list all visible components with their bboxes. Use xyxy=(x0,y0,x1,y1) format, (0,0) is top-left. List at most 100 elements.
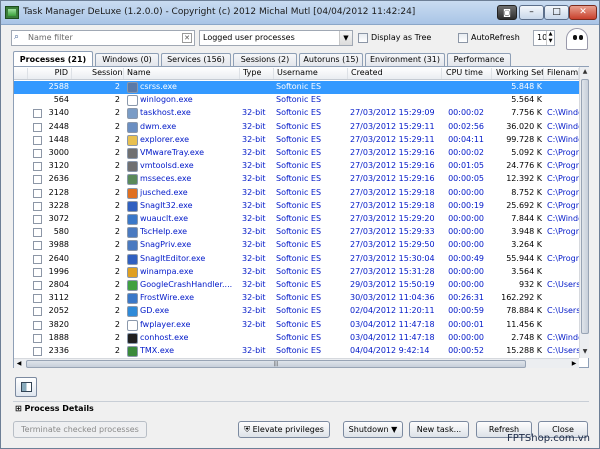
column-header-working-set[interactable]: Working Set xyxy=(492,68,544,79)
cell-cpu: 00:00:19 xyxy=(448,200,484,210)
scroll-up-icon[interactable]: ▲ xyxy=(580,67,590,77)
table-row[interactable]: 3000 2 VMwareTray.exe 32-bit Softonic ES 27/0… xyxy=(14,147,579,160)
cell-name: VMwareTray.exe xyxy=(140,148,205,157)
cell-cpu: 00:00:00 xyxy=(448,214,484,223)
new-task-button[interactable]: New task... xyxy=(409,421,469,438)
cell-type: 32-bit xyxy=(242,293,266,303)
table-row[interactable]: 1448 2 explorer.exe 32-bit Softonic ES 27/03/… xyxy=(14,134,579,147)
table-row[interactable]: 2128 2 jusched.exe 32-bit Softonic ES 27/03/2… xyxy=(14,187,579,200)
header-select-col[interactable] xyxy=(14,68,28,79)
column-header-username[interactable]: Username xyxy=(274,68,348,79)
table-row[interactable]: 2804 2 GoogleCrashHandler.... 32-bit Softoni… xyxy=(14,279,579,292)
shutdown-dropdown-icon[interactable]: ▼ xyxy=(391,425,397,434)
column-header-created[interactable]: Created xyxy=(348,68,442,79)
cell-cpu: 00:00:00 xyxy=(448,187,484,197)
process-icon xyxy=(127,121,138,133)
ghost-eye-right xyxy=(579,35,583,40)
name-filter-input[interactable]: ⌕ Name filter ✕ xyxy=(11,30,195,46)
vertical-scrollbar[interactable]: ▲ ▼ xyxy=(579,67,589,358)
table-row[interactable]: 3140 2 taskhost.exe 32-bit Softonic ES 27/03/… xyxy=(14,107,579,120)
title-bar[interactable]: Task Manager DeLuxe (1.2.0.0) - Copyrigh… xyxy=(1,1,599,25)
cell-user: Softonic ES xyxy=(276,95,322,105)
terminate-checked-button[interactable]: Terminate checked processes xyxy=(13,421,147,438)
table-row[interactable]: 3072 2 wuauclt.exe 32-bit Softonic ES 27/03/2… xyxy=(14,213,579,226)
shutdown-button[interactable]: Shutdown ▼ xyxy=(343,421,403,438)
process-icon xyxy=(127,332,138,344)
column-header-type[interactable]: Type xyxy=(240,68,274,79)
ghost-icon[interactable] xyxy=(566,28,588,50)
vertical-scroll-thumb[interactable] xyxy=(581,79,589,334)
spin-up-icon[interactable]: ▲ xyxy=(549,31,553,37)
process-details-expander[interactable]: ⊞ Process Details xyxy=(15,404,94,413)
close-window-button[interactable]: ✕ xyxy=(569,5,597,20)
tab-processes[interactable]: Processes (21) xyxy=(13,51,93,67)
scroll-right-icon[interactable]: ▶ xyxy=(569,359,579,369)
chevron-down-icon[interactable]: ▼ xyxy=(339,31,352,45)
scroll-down-icon[interactable]: ▼ xyxy=(580,347,590,357)
shutdown-label: Shutdown xyxy=(348,425,389,434)
maximize-button[interactable]: □ xyxy=(544,5,569,20)
camera-button[interactable]: ◙ xyxy=(497,5,517,20)
table-row[interactable]: 2588 2 csrss.exe Softonic ES 5.848 K xyxy=(14,81,579,95)
column-header-pid[interactable]: PID xyxy=(28,68,72,79)
cell-session: 2 xyxy=(114,174,120,184)
tab-performance[interactable]: Performance xyxy=(447,53,511,67)
process-filter-value: Logged user processes xyxy=(203,33,295,42)
process-filter-select[interactable]: Logged user processes ▼ xyxy=(199,30,353,46)
table-row[interactable]: 1888 2 conhost.exe Softonic ES 03/04/2012 11… xyxy=(14,332,579,345)
table-row[interactable]: 2636 2 msseces.exe 32-bit Softonic ES 27/03/2… xyxy=(14,173,579,186)
cell-created: 27/03/2012 15:29:11 xyxy=(350,121,435,131)
cell-created: 03/04/2012 11:47:18 xyxy=(350,319,435,329)
clear-filter-icon[interactable]: ✕ xyxy=(182,33,192,43)
process-icon xyxy=(127,280,138,291)
table-row[interactable]: 3988 2 SnagPriv.exe 32-bit Softonic ES 27/03/… xyxy=(14,239,579,252)
process-icon xyxy=(127,187,138,199)
scroll-left-icon[interactable]: ◀ xyxy=(14,359,24,369)
app-icon xyxy=(5,6,19,19)
tab-sessions[interactable]: Sessions (2) xyxy=(233,53,297,67)
tab-services[interactable]: Services (156) xyxy=(161,53,231,67)
table-row[interactable]: 3112 2 FrostWire.exe 32-bit Softonic ES 30/03… xyxy=(14,292,579,305)
refresh-interval-stepper[interactable]: 10 ▲ ▼ xyxy=(533,30,555,46)
table-row[interactable]: 3820 2 fwplayer.exe 32-bit Softonic ES 03/04/… xyxy=(14,319,579,332)
tab-windows[interactable]: Windows (0) xyxy=(95,53,159,67)
table-row[interactable]: 1996 2 winampa.exe 32-bit Softonic ES 27/03/2… xyxy=(14,266,579,279)
cell-session: 2 xyxy=(114,240,120,250)
cell-created: 27/03/2012 15:29:16 xyxy=(350,161,435,171)
table-row[interactable]: 2336 2 TMX.exe 32-bit Softonic ES 04/04/2012 … xyxy=(14,345,579,358)
window-view-button[interactable] xyxy=(15,377,37,397)
table-row[interactable]: 2640 2 SnagItEditor.exe 32-bit Softonic ES 27… xyxy=(14,253,579,266)
table-row[interactable]: 2052 2 GD.exe 32-bit Softonic ES 02/04/2012 1… xyxy=(14,305,579,318)
tab-environment[interactable]: Environment (31) xyxy=(365,53,445,67)
elevate-privileges-button[interactable]: ⛨ Elevate privileges xyxy=(238,421,330,438)
details-divider xyxy=(13,401,589,402)
cell-pid: 580 xyxy=(53,227,69,237)
table-row[interactable]: 3228 2 SnagIt32.exe 32-bit Softonic ES 27/03/… xyxy=(14,200,579,213)
cell-ws: 36.020 K xyxy=(506,121,542,131)
display-tree-checkbox[interactable] xyxy=(358,33,368,43)
cell-ws: 99.728 K xyxy=(506,134,542,144)
cell-user: Softonic ES xyxy=(276,266,322,276)
horizontal-scrollbar[interactable]: ◀ ||| ▶ xyxy=(14,358,579,368)
horizontal-scroll-thumb[interactable]: ||| xyxy=(26,360,526,368)
column-header-filename[interactable]: Filename xyxy=(544,68,579,79)
cell-cpu: 00:26:31 xyxy=(448,293,484,303)
table-row[interactable]: 580 2 TscHelp.exe 32-bit Softonic ES 27/03/20… xyxy=(14,226,579,239)
spin-arrows[interactable]: ▲ ▼ xyxy=(546,31,554,45)
cell-cpu: 00:00:52 xyxy=(448,346,484,355)
spin-down-icon[interactable]: ▼ xyxy=(549,38,553,44)
autorefresh-checkbox[interactable] xyxy=(458,33,468,43)
cell-pid: 2588 xyxy=(48,82,69,91)
cell-session: 2 xyxy=(114,134,120,144)
cell-ws: 162.292 K xyxy=(501,293,542,303)
table-row[interactable]: 564 2 winlogon.exe Softonic ES 5.564 K xyxy=(14,94,579,107)
minimize-button[interactable]: – xyxy=(519,5,544,20)
cell-name: TMX.exe xyxy=(140,346,175,355)
column-header-session[interactable]: Session xyxy=(72,68,124,79)
cell-name: SnagPriv.exe xyxy=(140,240,192,250)
column-header-name[interactable]: Name xyxy=(124,68,240,79)
table-row[interactable]: 3120 2 vmtoolsd.exe 32-bit Softonic ES 27/03/… xyxy=(14,160,579,173)
column-header-cpu-time[interactable]: CPU time xyxy=(442,68,492,79)
table-row[interactable]: 2448 2 dwm.exe 32-bit Softonic ES 27/03/2012 … xyxy=(14,121,579,134)
tab-autoruns[interactable]: Autoruns (15) xyxy=(299,53,363,67)
